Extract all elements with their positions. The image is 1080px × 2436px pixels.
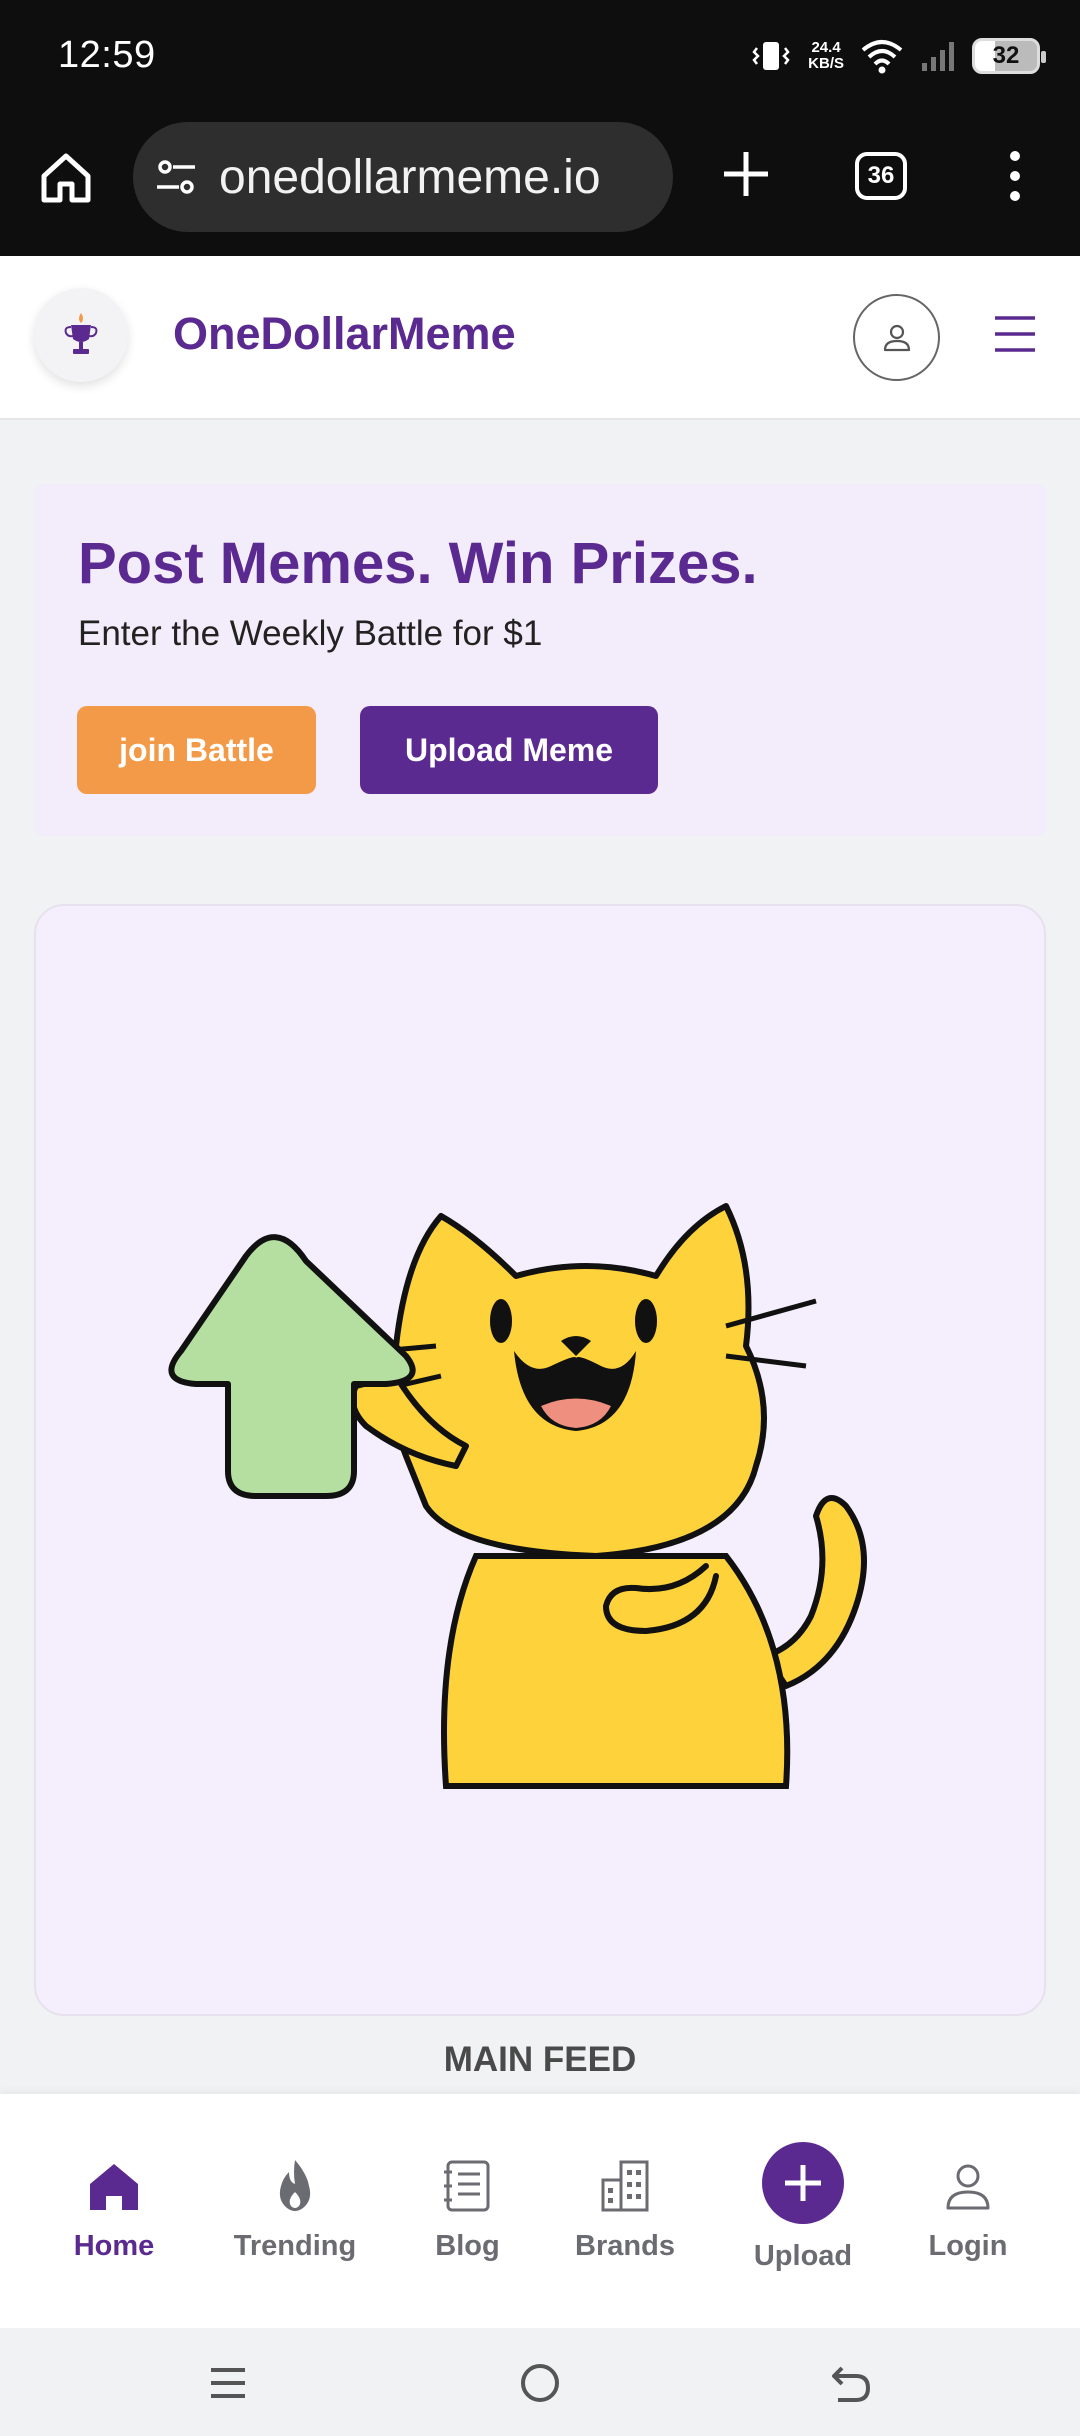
nav-label-blog: Blog — [435, 2230, 500, 2262]
hamburger-icon[interactable] — [993, 312, 1037, 356]
site-header: OneDollarMeme — [0, 256, 1080, 420]
home-circle-icon[interactable] — [515, 2358, 565, 2408]
nav-trending[interactable]: Trending — [230, 2094, 360, 2328]
meme-card[interactable] — [34, 904, 1046, 2016]
home-icon — [90, 2164, 138, 2210]
upload-meme-button[interactable]: Upload Meme — [360, 706, 658, 794]
upload-circle-button[interactable] — [762, 2142, 844, 2224]
address-bar[interactable]: onedollarmeme.io — [133, 122, 673, 232]
status-time: 12:59 — [58, 34, 156, 76]
browser-toolbar: onedollarmeme.io 36 — [0, 118, 1080, 256]
wifi-icon — [861, 40, 903, 74]
back-icon[interactable] — [826, 2358, 876, 2408]
hero-banner: Post Memes. Win Prizes. Enter the Weekly… — [34, 484, 1046, 836]
nav-label-trending: Trending — [233, 2230, 357, 2262]
nav-label-brands: Brands — [575, 2230, 675, 2262]
trophy-logo-icon — [64, 313, 98, 354]
url-text[interactable]: onedollarmeme.io — [219, 150, 601, 205]
hero-subtitle: Enter the Weekly Battle for $1 — [78, 614, 543, 653]
more-icon[interactable] — [1000, 148, 1030, 204]
status-indicators: 24.4 KB/S 32 — [750, 36, 1046, 76]
buildings-icon — [601, 2160, 649, 2212]
battery-icon: 32 — [972, 38, 1046, 74]
bottom-nav: Home Trending Blog Brands Upload Login — [0, 2094, 1080, 2328]
nav-login[interactable]: Login — [918, 2094, 1018, 2328]
nav-upload[interactable]: Upload — [748, 2094, 858, 2328]
flame-icon — [279, 2160, 311, 2211]
nav-home[interactable]: Home — [64, 2094, 164, 2328]
user-icon — [883, 324, 910, 351]
status-bar: 12:59 24.4 KB/S 32 — [0, 0, 1080, 118]
account-button[interactable] — [853, 294, 940, 381]
site-title[interactable]: OneDollarMeme — [173, 308, 516, 360]
network-speed: 24.4 KB/S — [808, 39, 844, 72]
system-nav-bar — [0, 2328, 1080, 2436]
nav-blog[interactable]: Blog — [420, 2094, 515, 2328]
cat-upvote-illustration — [168, 1203, 867, 1789]
signal-icon — [922, 42, 954, 71]
browser-home-button[interactable] — [36, 148, 96, 208]
nav-brands[interactable]: Brands — [575, 2094, 675, 2328]
join-battle-button[interactable]: join Battle — [77, 706, 316, 794]
site-logo[interactable] — [34, 288, 128, 382]
hero-title: Post Memes. Win Prizes. — [78, 531, 758, 596]
plus-icon — [785, 2165, 821, 2201]
user-icon — [946, 2164, 990, 2210]
site-settings-icon[interactable] — [153, 153, 201, 201]
new-tab-button[interactable] — [718, 146, 774, 202]
nav-label-upload: Upload — [753, 2240, 853, 2272]
main-feed-heading: MAIN FEED — [443, 2040, 637, 2079]
notebook-icon — [443, 2160, 489, 2212]
recents-icon[interactable] — [203, 2358, 253, 2408]
nav-label-home: Home — [73, 2230, 155, 2262]
tab-switcher-button[interactable]: 36 — [855, 152, 907, 200]
vibrate-icon — [752, 42, 790, 70]
nav-label-login: Login — [928, 2230, 1008, 2262]
